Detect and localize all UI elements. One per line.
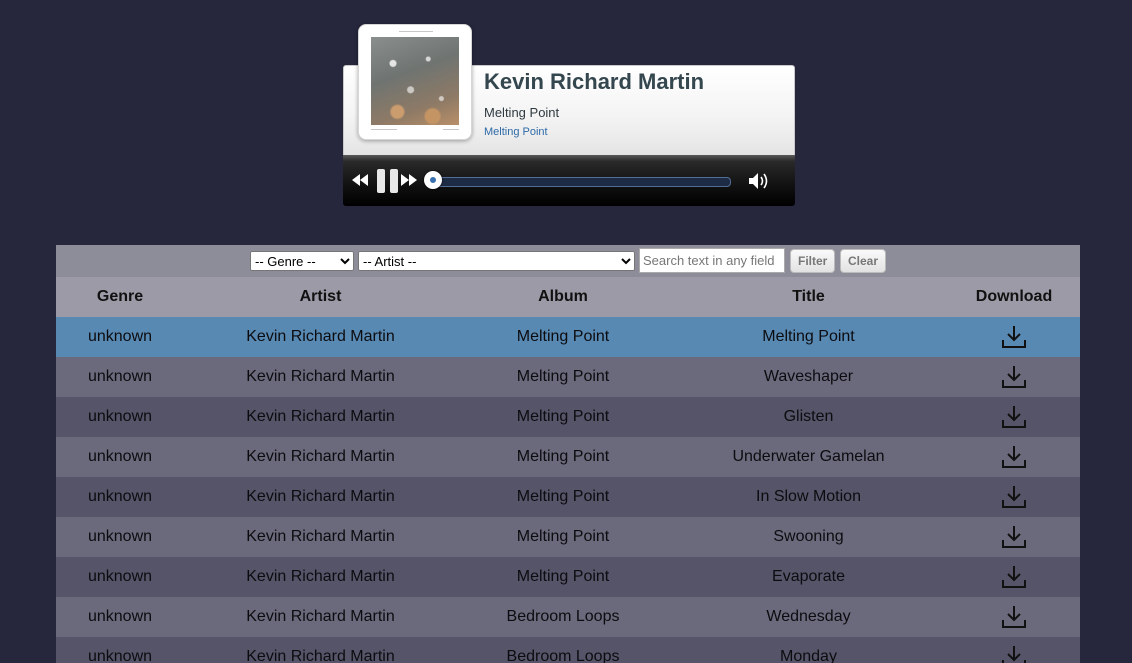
cell-title: Wednesday <box>669 597 948 637</box>
column-header-download: Download <box>948 277 1080 317</box>
cover-decoration <box>443 129 459 130</box>
cell-genre: unknown <box>56 357 184 397</box>
cell-download <box>948 477 1080 517</box>
table-header-row: Genre Artist Album Title Download <box>56 277 1080 317</box>
table-row[interactable]: unknown Kevin Richard Martin Melting Point… <box>56 397 1080 437</box>
table-row[interactable]: unknown Kevin Richard Martin Melting Point… <box>56 317 1080 357</box>
search-input[interactable] <box>639 248 785 273</box>
cell-album: Melting Point <box>457 357 669 397</box>
cell-album: Melting Point <box>457 437 669 477</box>
now-playing-album: Melting Point <box>484 126 548 138</box>
table-row[interactable]: unknown Kevin Richard Martin Melting Point… <box>56 517 1080 557</box>
clear-button[interactable]: Clear <box>840 249 887 273</box>
cell-album: Melting Point <box>457 397 669 437</box>
cell-genre: unknown <box>56 317 184 357</box>
cell-artist: Kevin Richard Martin <box>184 517 457 557</box>
cell-download <box>948 357 1080 397</box>
table-row[interactable]: unknown Kevin Richard Martin Melting Point… <box>56 477 1080 517</box>
cell-genre: unknown <box>56 477 184 517</box>
column-header-genre[interactable]: Genre <box>56 277 184 317</box>
cell-title: Melting Point <box>669 317 948 357</box>
playlist-table: Genre Artist Album Title Download unknow… <box>56 277 1080 663</box>
download-icon[interactable] <box>1001 526 1027 548</box>
progress-handle[interactable] <box>424 171 442 189</box>
playlist-table-container: -- Genre -- -- Artist -- Filter Clear Ge… <box>56 245 1080 663</box>
cover-decoration <box>371 129 397 130</box>
download-icon[interactable] <box>1001 646 1027 663</box>
cell-album: Melting Point <box>457 517 669 557</box>
album-cover-image <box>371 37 459 125</box>
download-icon[interactable] <box>1001 566 1027 588</box>
genre-select[interactable]: -- Genre -- <box>250 251 354 271</box>
cell-genre: unknown <box>56 597 184 637</box>
cell-genre: unknown <box>56 437 184 477</box>
filter-button[interactable]: Filter <box>790 249 836 273</box>
now-playing-artist: Kevin Richard Martin <box>484 69 705 94</box>
filter-bar: -- Genre -- -- Artist -- Filter Clear <box>56 245 1080 277</box>
now-playing-title: Melting Point <box>484 105 560 120</box>
table-row[interactable]: unknown Kevin Richard Martin Melting Point… <box>56 557 1080 597</box>
cell-download <box>948 637 1080 663</box>
cell-download <box>948 517 1080 557</box>
cell-artist: Kevin Richard Martin <box>184 437 457 477</box>
download-icon[interactable] <box>1001 446 1027 468</box>
cell-artist: Kevin Richard Martin <box>184 637 457 663</box>
table-row[interactable]: unknown Kevin Richard Martin Melting Point… <box>56 437 1080 477</box>
cell-download <box>948 317 1080 357</box>
cell-download <box>948 397 1080 437</box>
cell-title: Waveshaper <box>669 357 948 397</box>
cell-genre: unknown <box>56 397 184 437</box>
cell-title: Evaporate <box>669 557 948 597</box>
table-row[interactable]: unknown Kevin Richard Martin Melting Point… <box>56 357 1080 397</box>
cell-download <box>948 597 1080 637</box>
progress-bar[interactable] <box>431 177 731 187</box>
cell-genre: unknown <box>56 557 184 597</box>
cell-album: Melting Point <box>457 477 669 517</box>
player-controls <box>343 155 795 206</box>
table-row[interactable]: unknown Kevin Richard Martin Bedroom Loops… <box>56 637 1080 663</box>
cell-album: Bedroom Loops <box>457 637 669 663</box>
column-header-artist[interactable]: Artist <box>184 277 457 317</box>
rewind-icon[interactable] <box>352 174 368 186</box>
pause-icon[interactable] <box>376 169 400 193</box>
cell-genre: unknown <box>56 637 184 663</box>
cell-artist: Kevin Richard Martin <box>184 477 457 517</box>
cell-download <box>948 557 1080 597</box>
cell-download <box>948 437 1080 477</box>
cell-title: Underwater Gamelan <box>669 437 948 477</box>
cell-album: Melting Point <box>457 317 669 357</box>
audio-player: Kevin Richard Martin Melting Point Melti… <box>343 24 795 206</box>
album-cover <box>358 24 472 140</box>
download-icon[interactable] <box>1001 606 1027 628</box>
artist-select[interactable]: -- Artist -- <box>358 251 635 271</box>
download-icon[interactable] <box>1001 406 1027 428</box>
cell-artist: Kevin Richard Martin <box>184 597 457 637</box>
cell-album: Melting Point <box>457 557 669 597</box>
cell-title: Monday <box>669 637 948 663</box>
cell-title: In Slow Motion <box>669 477 948 517</box>
cell-artist: Kevin Richard Martin <box>184 557 457 597</box>
cell-album: Bedroom Loops <box>457 597 669 637</box>
cell-title: Swooning <box>669 517 948 557</box>
fast-forward-icon[interactable] <box>401 174 417 186</box>
column-header-title[interactable]: Title <box>669 277 948 317</box>
volume-icon[interactable] <box>749 172 769 190</box>
cell-genre: unknown <box>56 517 184 557</box>
cover-decoration <box>399 31 433 32</box>
cell-artist: Kevin Richard Martin <box>184 397 457 437</box>
cell-title: Glisten <box>669 397 948 437</box>
download-icon[interactable] <box>1001 326 1027 348</box>
download-icon[interactable] <box>1001 366 1027 388</box>
table-row[interactable]: unknown Kevin Richard Martin Bedroom Loops… <box>56 597 1080 637</box>
cell-artist: Kevin Richard Martin <box>184 357 457 397</box>
cell-artist: Kevin Richard Martin <box>184 317 457 357</box>
column-header-album[interactable]: Album <box>457 277 669 317</box>
download-icon[interactable] <box>1001 486 1027 508</box>
